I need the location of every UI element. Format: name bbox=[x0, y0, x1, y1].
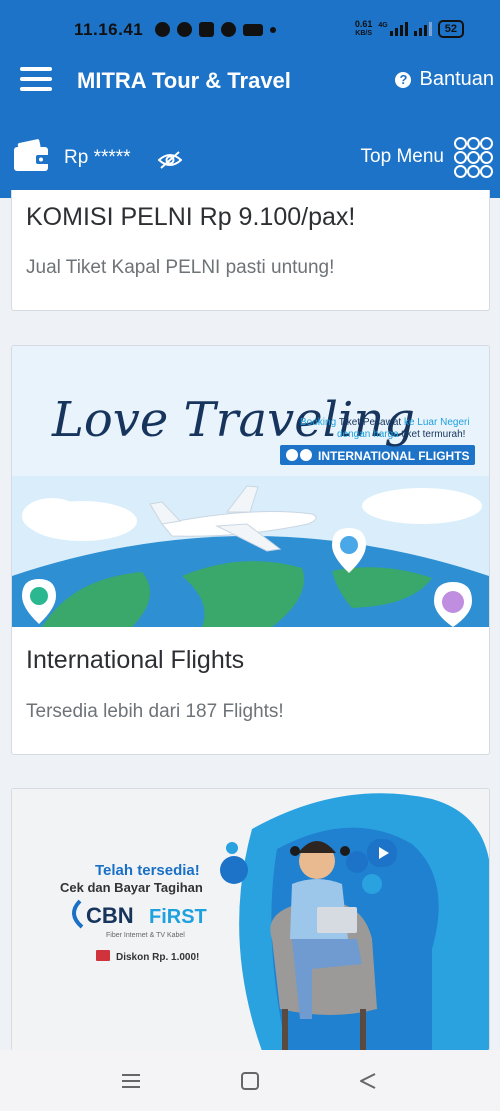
sync-icon bbox=[177, 22, 192, 37]
promo-card-cbn-first[interactable]: Telah tersedia! Cek dan Bayar Tagihan CB… bbox=[11, 788, 490, 1051]
promo-card-pelni[interactable]: KOMISI PELNI Rp 9.100/pax! Jual Tiket Ka… bbox=[11, 190, 490, 311]
discount-text: Diskon Rp. 1.000! bbox=[116, 952, 199, 963]
banner-line-1: Booking Tiket Pesawat ke Luar Negeri bbox=[300, 417, 470, 428]
banner-line-1: Telah tersedia! bbox=[95, 862, 200, 879]
wallet-icon[interactable] bbox=[14, 139, 50, 173]
menu-icon[interactable] bbox=[20, 67, 52, 91]
app-title: MITRA Tour & Travel bbox=[77, 68, 291, 93]
cbn-first-banner: Telah tersedia! Cek dan Bayar Tagihan CB… bbox=[12, 789, 489, 1051]
network-type: 4G bbox=[378, 22, 388, 29]
home-icon[interactable] bbox=[239, 1072, 261, 1090]
balance-text: Rp ***** bbox=[64, 147, 131, 168]
card-title: International Flights bbox=[26, 646, 245, 674]
banner-line-2: Cek dan Bayar Tagihan bbox=[60, 880, 203, 895]
net-speed-unit: KB/S bbox=[355, 30, 372, 37]
status-time: 11.16.41 bbox=[74, 20, 144, 39]
net-speed-value: 0.61 bbox=[354, 19, 373, 29]
app-header: MITRA Tour & Travel ? Bantuan Rp ***** T… bbox=[0, 52, 500, 198]
brand-subtitle: Fiber Internet & TV Kabel bbox=[106, 932, 185, 939]
banner-badge: INTERNATIONAL FLIGHTS bbox=[318, 449, 470, 463]
system-nav-bar bbox=[0, 1050, 500, 1111]
net-speed: 0.61 KB/S bbox=[355, 20, 373, 38]
help-button[interactable]: ? Bantuan bbox=[395, 68, 494, 91]
status-right: 0.61 KB/S 4G 52 bbox=[355, 20, 464, 38]
card-subtitle: Jual Tiket Kapal PELNI pasti untung! bbox=[26, 257, 335, 278]
back-icon[interactable] bbox=[357, 1072, 379, 1090]
signal-icon bbox=[413, 22, 432, 36]
signal-4g-icon: 4G bbox=[378, 22, 408, 36]
battery-icon: 52 bbox=[437, 20, 464, 38]
card-title: KOMISI PELNI Rp 9.100/pax! bbox=[26, 203, 356, 231]
question-icon: ? bbox=[395, 71, 412, 88]
hide-balance-icon[interactable] bbox=[158, 150, 182, 170]
shop-icon bbox=[199, 22, 214, 37]
status-bar: 11.16.41 0.61 KB/S 4G 52 bbox=[0, 0, 500, 52]
card-subtitle: Tersedia lebih dari 187 Flights! bbox=[26, 701, 284, 722]
battery-level: 52 bbox=[444, 23, 457, 35]
top-menu-label[interactable]: Top Menu bbox=[361, 146, 444, 168]
international-flights-banner: INTERNATIONAL FLIGHTS Love Traveling Boo… bbox=[12, 346, 489, 627]
app-notification-icon bbox=[243, 23, 263, 36]
help-label: Bantuan bbox=[419, 68, 494, 90]
recent-apps-icon[interactable] bbox=[120, 1072, 142, 1090]
pinterest-icon bbox=[221, 22, 236, 37]
promo-card-international-flights[interactable]: INTERNATIONAL FLIGHTS Love Traveling Boo… bbox=[11, 345, 490, 755]
notification-icons bbox=[155, 22, 276, 37]
brand-cbn: CBN bbox=[86, 903, 134, 928]
grid-menu-icon[interactable] bbox=[454, 137, 493, 178]
banner-line-2: dengan harga tiket termurah! bbox=[337, 429, 465, 440]
more-notifications-icon bbox=[270, 26, 276, 33]
facebook-icon bbox=[155, 22, 170, 37]
brand-first: FiRST bbox=[149, 906, 207, 928]
